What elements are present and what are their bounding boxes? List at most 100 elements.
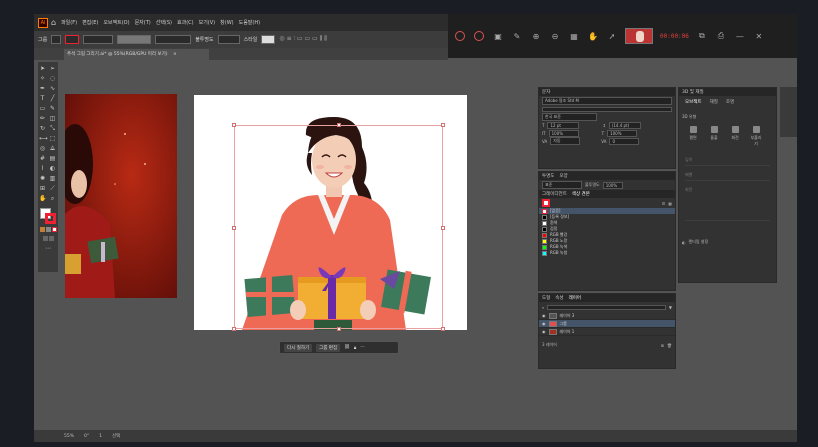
menu-window[interactable]: 창(W) (220, 19, 233, 26)
collapsed-panels-strip[interactable] (780, 87, 797, 137)
menu-edit[interactable]: 편집(E) (82, 19, 98, 26)
blend-mode-select[interactable]: 표준 (542, 181, 582, 189)
fill-control[interactable] (51, 35, 62, 44)
grid-view-icon[interactable]: ▦ (668, 201, 672, 206)
extrude-button[interactable]: 돌출 (708, 126, 720, 147)
magic-wand-icon[interactable]: ✧ (39, 75, 46, 82)
perspective-icon[interactable]: ⟁ (49, 145, 56, 152)
tab-properties[interactable]: 속성 (555, 295, 563, 301)
brush-select[interactable] (155, 35, 192, 44)
tab-material[interactable]: 재질 (710, 99, 718, 105)
document-tab[interactable]: 추석 그림 그리기.ai* @ 55%(RGB/GPU 미리 보기) × (64, 49, 209, 60)
face-icon[interactable] (473, 30, 485, 42)
selection-bounding-box[interactable] (232, 123, 445, 331)
capture-icon[interactable]: ⎙ (715, 30, 727, 42)
opacity-field[interactable]: 100% (602, 181, 623, 189)
menu-select[interactable]: 선택(S) (156, 19, 172, 26)
resize-handle[interactable] (337, 327, 341, 331)
zoom-out-icon[interactable]: ⊖ (549, 30, 561, 42)
inflate-button[interactable]: 부풀리기 (750, 126, 762, 147)
layer-row[interactable]: ◉ 레이어 3 (539, 312, 675, 320)
horizontal-scale-field[interactable]: 100% (607, 129, 638, 137)
stroke-swatch[interactable] (45, 213, 56, 224)
tab-appearance[interactable]: 모양 (559, 173, 567, 179)
grid-icon[interactable]: ▦ (568, 30, 580, 42)
fill-stroke-swatch[interactable] (40, 208, 56, 224)
swatch-row[interactable]: RGB 녹청 (539, 250, 675, 256)
resize-handle[interactable] (441, 327, 445, 331)
layers-search-input[interactable] (547, 304, 666, 310)
home-icon[interactable]: ⌂ (51, 18, 56, 27)
resize-handle[interactable] (441, 226, 445, 230)
swatch-fill-stroke[interactable] (542, 199, 550, 207)
visibility-eye-icon[interactable]: ◉ (542, 321, 546, 326)
resize-handle[interactable] (337, 123, 341, 127)
render-settings-row[interactable]: ◐ 렌더링 설정 (682, 239, 773, 245)
menu-file[interactable]: 파일(F) (61, 19, 77, 26)
line-tool-icon[interactable]: ╱ (49, 95, 56, 102)
symbol-sprayer-icon[interactable]: ✺ (39, 175, 46, 182)
character-tab[interactable]: 문자 (542, 89, 550, 95)
more-options-icon[interactable]: ⋯ (360, 345, 365, 350)
minimize-icon[interactable]: — (734, 30, 746, 42)
menu-object[interactable]: 오브젝트(O) (103, 19, 129, 26)
pencil-icon[interactable]: ✏ (39, 115, 46, 122)
crop-icon[interactable]: ⧉ (696, 30, 708, 42)
zoom-tool-icon[interactable]: ⌕ (49, 195, 56, 202)
leading-field[interactable]: (14.4 pt) (608, 121, 641, 129)
filter-icon[interactable]: ▼ (669, 305, 672, 310)
stroke-weight-select[interactable] (83, 35, 114, 44)
free-transform-icon[interactable]: ⬚ (49, 135, 56, 142)
zoom-level[interactable]: 55% (64, 434, 74, 439)
record-circle-icon[interactable] (454, 30, 466, 42)
menu-help[interactable]: 도움말(H) (239, 19, 260, 26)
slice-icon[interactable]: ⟋ (49, 185, 56, 192)
curvature-icon[interactable]: ∿ (49, 85, 56, 92)
blend-icon[interactable]: ◐ (49, 165, 56, 172)
tab-lighting[interactable]: 조명 (726, 99, 734, 105)
more-tools-icon[interactable]: ⋯ (45, 245, 52, 252)
tab-transparency[interactable]: 투명도 (542, 173, 554, 179)
list-view-icon[interactable]: ☰ (662, 201, 666, 206)
visibility-eye-icon[interactable]: ◉ (542, 313, 546, 318)
resize-handle[interactable] (232, 226, 236, 230)
direct-selection-tool-icon[interactable]: ➢ (49, 65, 56, 72)
resize-handle[interactable] (232, 327, 236, 331)
resize-handle[interactable] (441, 123, 445, 127)
pen-tool-icon[interactable]: ✒ (39, 85, 46, 92)
scale-icon[interactable]: ⤡ (49, 125, 56, 132)
reference-photo-artboard[interactable] (65, 94, 177, 298)
gradient-icon[interactable]: ▤ (49, 155, 56, 162)
menu-type[interactable]: 문자(T) (135, 19, 151, 26)
paintbrush-icon[interactable]: ✎ (49, 105, 56, 112)
layer-row[interactable]: ◉ 그룹 (539, 320, 675, 328)
layer-row[interactable]: ◉ 레이어 1 (539, 328, 675, 336)
revolve-button[interactable]: 회전 (729, 126, 741, 147)
variable-width-select[interactable] (117, 35, 152, 44)
link-icon[interactable]: ⛓ (344, 345, 350, 350)
rectangle-tool-icon[interactable]: ▭ (39, 105, 46, 112)
menu-effect[interactable]: 효과(C) (177, 19, 194, 26)
hand-tool-icon[interactable]: ✋ (39, 195, 46, 202)
delete-layer-icon[interactable]: 🗑︎ (667, 343, 672, 348)
close-icon[interactable]: ✕ (753, 30, 765, 42)
cursor-icon[interactable]: ➚ (606, 30, 618, 42)
opacity-field[interactable] (217, 35, 240, 44)
lasso-icon[interactable]: ◌ (49, 75, 56, 82)
new-layer-icon[interactable]: ⊞ (661, 343, 664, 348)
tab-swatches[interactable]: 색상 견본 (572, 191, 590, 197)
selection-tool-icon[interactable]: ➤ (39, 65, 46, 72)
tracking-field[interactable]: 0 (609, 137, 640, 145)
language-select[interactable]: 한국 표준 (542, 113, 597, 121)
close-tab-icon[interactable]: × (173, 52, 177, 57)
isolate-group-button[interactable]: 그룹 편집 (316, 343, 341, 352)
eraser-icon[interactable]: ◫ (49, 115, 56, 122)
type-tool-icon[interactable]: T (39, 95, 46, 102)
font-style-select[interactable] (542, 106, 672, 112)
tab-layers[interactable]: 레이어 (569, 295, 581, 301)
recolor-button[interactable]: 다시 칠하기 (284, 343, 313, 352)
artboard-tool-icon[interactable]: ⊞ (39, 185, 46, 192)
hand-icon[interactable]: ✋ (587, 30, 599, 42)
kerning-field[interactable]: 자동 (550, 137, 581, 145)
rotation-angle[interactable]: 0° (84, 434, 89, 439)
